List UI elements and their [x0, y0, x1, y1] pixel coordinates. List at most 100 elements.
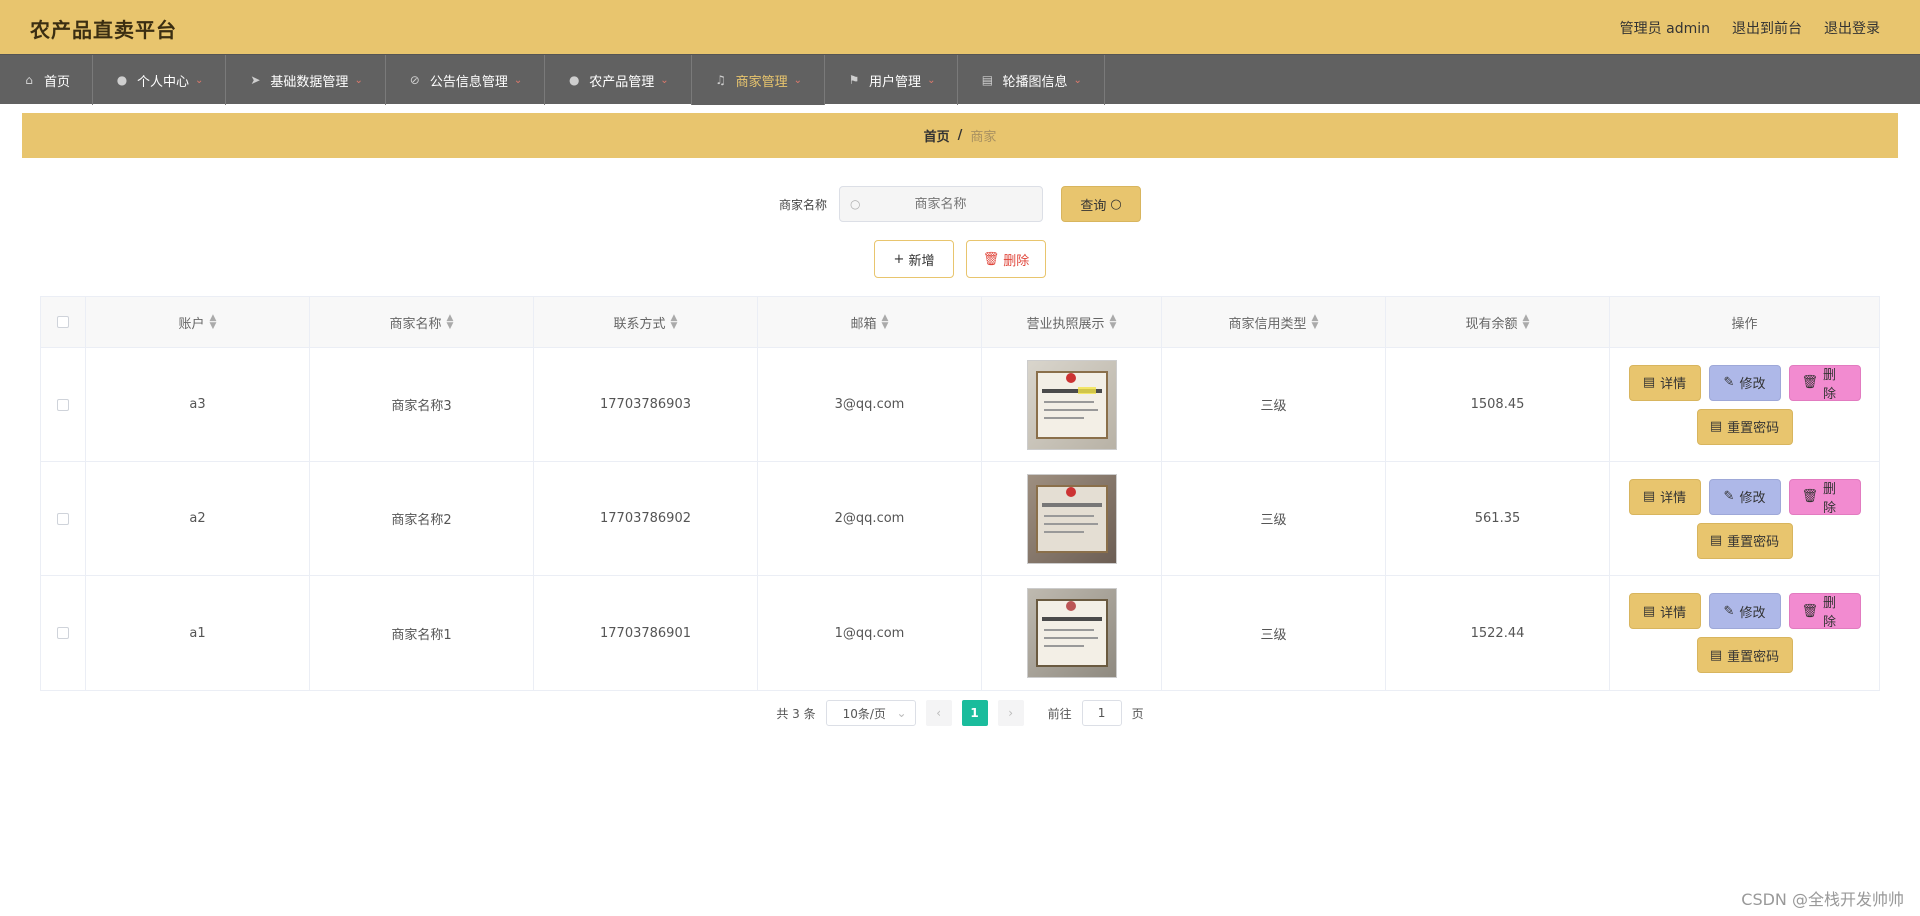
reset-label: 重置密码: [1727, 535, 1780, 550]
select-all-checkbox[interactable]: [57, 316, 69, 328]
header-license[interactable]: 营业执照展示 ▲ ▼: [982, 297, 1162, 347]
chevron-down-icon: ⌄: [513, 74, 523, 86]
cell-name: 商家名称2: [310, 462, 534, 575]
sort-icon[interactable]: ▲ ▼: [1523, 314, 1530, 331]
trash-icon: 🗑: [1801, 603, 1819, 619]
page-number-current[interactable]: 1: [961, 700, 988, 726]
admin-label: 管理员 admin: [1619, 21, 1710, 37]
cell-email: 2@qq.com: [758, 462, 982, 575]
delete-button[interactable]: 🗑 删除: [966, 240, 1046, 278]
edit-button[interactable]: ✎ 修改: [1708, 478, 1781, 515]
search-input[interactable]: [860, 196, 1021, 212]
detail-button[interactable]: ▤ 详情: [1628, 364, 1701, 401]
cell-actions: ▤ 详情 ✎ 修改 🗑 删除 ▤ 重置密码: [1610, 348, 1879, 461]
cell-balance: 561.35: [1386, 462, 1610, 575]
goto-page-input[interactable]: 1: [1081, 700, 1122, 726]
table-row: a3 商家名称3 17703786903 3@qq.com 三级 1508.45…: [41, 348, 1879, 462]
next-page-button[interactable]: ›: [997, 700, 1024, 726]
header-label: 邮箱: [850, 316, 877, 332]
row-select-cell: [41, 348, 86, 461]
table-row: a1 商家名称1 17703786901 1@qq.com 三级 1522.44…: [41, 576, 1879, 690]
delete-label: 删除: [1823, 481, 1837, 516]
sort-icon[interactable]: ▲ ▼: [671, 314, 678, 331]
nav-item-products[interactable]: ● 农产品管理 ⌄: [545, 55, 692, 105]
page-size-value: 10条/页: [842, 706, 886, 721]
sort-icon[interactable]: ▲ ▼: [1312, 314, 1319, 331]
reset-label: 重置密码: [1727, 649, 1780, 665]
detail-label: 详情: [1660, 491, 1687, 506]
row-checkbox[interactable]: [57, 627, 69, 639]
cell-account: a1: [86, 576, 310, 690]
user-icon: ●: [116, 73, 128, 87]
header-label: 操作: [1731, 316, 1758, 332]
header-label: 联系方式: [613, 316, 666, 332]
cell-phone: 17703786902: [534, 462, 758, 575]
trash-icon: 🗑: [1801, 489, 1819, 504]
edit-button[interactable]: ✎ 修改: [1708, 364, 1781, 401]
pencil-icon: ✎: [1723, 603, 1735, 619]
row-checkbox[interactable]: [57, 398, 69, 411]
sort-icon[interactable]: ▲ ▼: [210, 314, 217, 331]
nav-item-carousel[interactable]: ▤ 轮播图信息 ⌄: [958, 55, 1105, 105]
license-image[interactable]: [1026, 359, 1117, 450]
nav-item-basic-data[interactable]: ➤ 基础数据管理 ⌄: [226, 55, 386, 105]
search-label: 商家名称: [778, 197, 827, 212]
reset-password-button[interactable]: ▤ 重置密码: [1696, 408, 1793, 445]
detail-button[interactable]: ▤ 详情: [1628, 593, 1701, 629]
nav-label: 个人中心: [137, 74, 190, 90]
logout-link[interactable]: 退出登录: [1824, 18, 1880, 38]
cell-license: [982, 462, 1162, 575]
document-icon: ▤: [1642, 603, 1656, 619]
header-credit[interactable]: 商家信用类型 ▲ ▼: [1162, 297, 1386, 347]
row-checkbox[interactable]: [57, 512, 69, 525]
chevron-down-icon: ⌄: [927, 74, 936, 86]
query-button[interactable]: 查询 ○: [1061, 186, 1141, 222]
header-phone[interactable]: 联系方式 ▲ ▼: [534, 297, 758, 347]
add-button[interactable]: + 新增: [874, 240, 954, 278]
header-account[interactable]: 账户 ▲ ▼: [86, 297, 310, 347]
total-count: 共 3 条: [776, 706, 816, 721]
search-field[interactable]: ○: [839, 186, 1043, 222]
license-image[interactable]: [1026, 588, 1117, 678]
row-delete-button[interactable]: 🗑 删除: [1788, 478, 1861, 516]
license-image[interactable]: [1026, 473, 1117, 564]
nav-label: 首页: [44, 74, 71, 90]
sort-icon[interactable]: ▲ ▼: [882, 314, 889, 331]
cell-account: a2: [86, 462, 310, 575]
cell-license: [982, 576, 1162, 690]
reset-password-button[interactable]: ▤ 重置密码: [1696, 522, 1793, 559]
row-delete-button[interactable]: 🗑 删除: [1788, 364, 1861, 402]
nav-label: 公告信息管理: [429, 74, 508, 90]
chevron-down-icon: ⌄: [660, 74, 669, 86]
nav-item-users[interactable]: ⚑ 用户管理 ⌄: [825, 55, 959, 105]
nav-item-home[interactable]: ⌂ 首页: [0, 55, 94, 105]
detail-label: 详情: [1660, 605, 1687, 621]
header-email[interactable]: 邮箱 ▲ ▼: [758, 297, 982, 347]
page-size-select[interactable]: 10条/页 ⌄: [825, 700, 916, 726]
delete-label: 删除: [1823, 367, 1837, 402]
chevron-down-icon: ⌄: [354, 74, 363, 86]
header-balance[interactable]: 现有余额 ▲ ▼: [1386, 297, 1610, 347]
cell-license: [982, 348, 1162, 461]
nav-item-announcements[interactable]: ⊘ 公告信息管理 ⌄: [386, 55, 546, 105]
detail-button[interactable]: ▤ 详情: [1628, 478, 1701, 515]
nav-label: 基础数据管理: [270, 74, 349, 90]
nav-item-personal-center[interactable]: ● 个人中心 ⌄: [93, 55, 227, 105]
pencil-icon: ✎: [1723, 489, 1735, 504]
select-all-cell: [41, 297, 86, 347]
exit-to-front-link[interactable]: 退出到前台: [1732, 18, 1802, 38]
edit-button[interactable]: ✎ 修改: [1708, 593, 1781, 629]
prev-page-button[interactable]: ‹: [925, 700, 952, 726]
nav-item-merchants[interactable]: ♫ 商家管理 ⌄: [691, 55, 826, 105]
sort-icon[interactable]: ▲ ▼: [447, 314, 454, 331]
sort-icon[interactable]: ▲ ▼: [1110, 314, 1117, 331]
flag-icon: ⚑: [848, 73, 860, 87]
row-delete-button[interactable]: 🗑 删除: [1788, 593, 1861, 630]
breadcrumb-home[interactable]: 首页: [924, 126, 950, 145]
cell-name: 商家名称1: [310, 576, 534, 690]
header-name[interactable]: 商家名称 ▲ ▼: [310, 297, 534, 347]
trash-icon: 🗑: [982, 251, 1000, 267]
edit-label: 修改: [1739, 377, 1766, 392]
reset-password-button[interactable]: ▤ 重置密码: [1696, 637, 1793, 673]
cell-balance: 1522.44: [1386, 576, 1610, 690]
